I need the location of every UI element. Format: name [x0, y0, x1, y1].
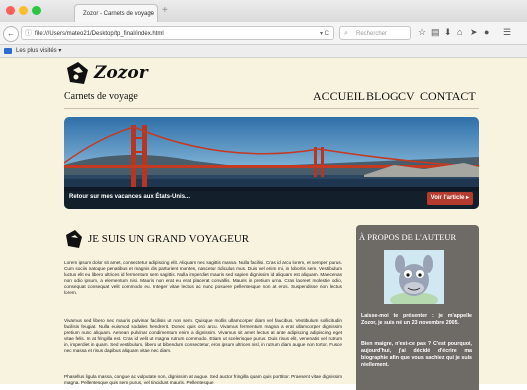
nav-link-cv[interactable]: CV [398, 89, 415, 104]
banner-caption-bar: Retour sur mes vacances aux États-Unis..… [64, 187, 479, 209]
search-icon: ⌕ [344, 30, 348, 37]
chat-icon[interactable]: ● [484, 27, 489, 37]
url-text: file:///Users/mateo21/Desktop/tp_final/i… [35, 31, 164, 37]
nav-link-blog[interactable]: BLOG [366, 89, 399, 104]
send-icon[interactable]: ➤ [470, 27, 478, 38]
about-author-text: Bien maigre, n'est-ce pas ? C'est pourqu… [361, 341, 472, 368]
tab-title: Zozor - Carnets de voyage [83, 11, 155, 17]
back-button[interactable]: ← [3, 26, 19, 42]
article-paragraph: Vivamus sed libero nec mauris pulvinar f… [64, 318, 342, 354]
read-article-button[interactable]: Voir l'article ▸ [426, 192, 473, 205]
nav-link-contact[interactable]: CONTACT [420, 89, 476, 104]
banner-caption: Retour sur mes vacances aux États-Unis..… [69, 194, 191, 200]
reload-icon[interactable]: ▾ C [320, 27, 329, 41]
browser-tab[interactable]: Zozor - Carnets de voyage × [74, 4, 158, 22]
new-tab-button[interactable]: + [162, 5, 168, 16]
logo-icon [67, 62, 88, 84]
star-icon[interactable]: ☆ [418, 27, 426, 38]
download-icon[interactable]: ⬇ [444, 27, 452, 38]
about-author-text: Laisse-moi te présenter : je m'appelle Z… [361, 313, 472, 326]
about-author-title: À PROPOS DE L'AUTEUR [359, 232, 457, 242]
info-icon[interactable]: ⓘ [25, 27, 32, 41]
search-placeholder: Rechercher [356, 31, 388, 37]
site-name: Zozor [94, 63, 148, 83]
url-bar[interactable]: ⓘ file:///Users/mateo21/Desktop/tp_final… [21, 26, 334, 40]
site-tagline: Carnets de voyage [64, 91, 138, 102]
banner: Retour sur mes vacances aux États-Unis..… [64, 117, 479, 209]
author-avatar [384, 250, 444, 304]
tab-close-icon[interactable]: × [149, 5, 153, 22]
zoom-window-button[interactable] [32, 6, 41, 15]
article-heading: JE SUIS UN GRAND VOYAGEUR [88, 233, 250, 245]
header-divider [64, 108, 479, 109]
folder-icon [4, 48, 12, 54]
article-paragraph: Lorem ipsum dolor sit amet, consectetur … [64, 260, 342, 296]
menu-icon[interactable]: ☰ [503, 27, 511, 38]
article-heading-icon [66, 230, 82, 248]
bookmark-most-visited[interactable]: Les plus visités ▾ [16, 48, 61, 54]
clipboard-icon[interactable]: ▤ [431, 27, 440, 38]
bookmarks-bar: Les plus visités ▾ [0, 45, 527, 58]
nav-link-accueil[interactable]: ACCUEIL [313, 89, 365, 104]
article-paragraph: Phasellus ligula massa, congue ac vulput… [64, 374, 342, 386]
minimize-window-button[interactable] [19, 6, 28, 15]
home-icon[interactable]: ⌂ [457, 27, 462, 37]
close-window-button[interactable] [6, 6, 15, 15]
search-input[interactable]: ⌕ Rechercher [339, 26, 411, 40]
